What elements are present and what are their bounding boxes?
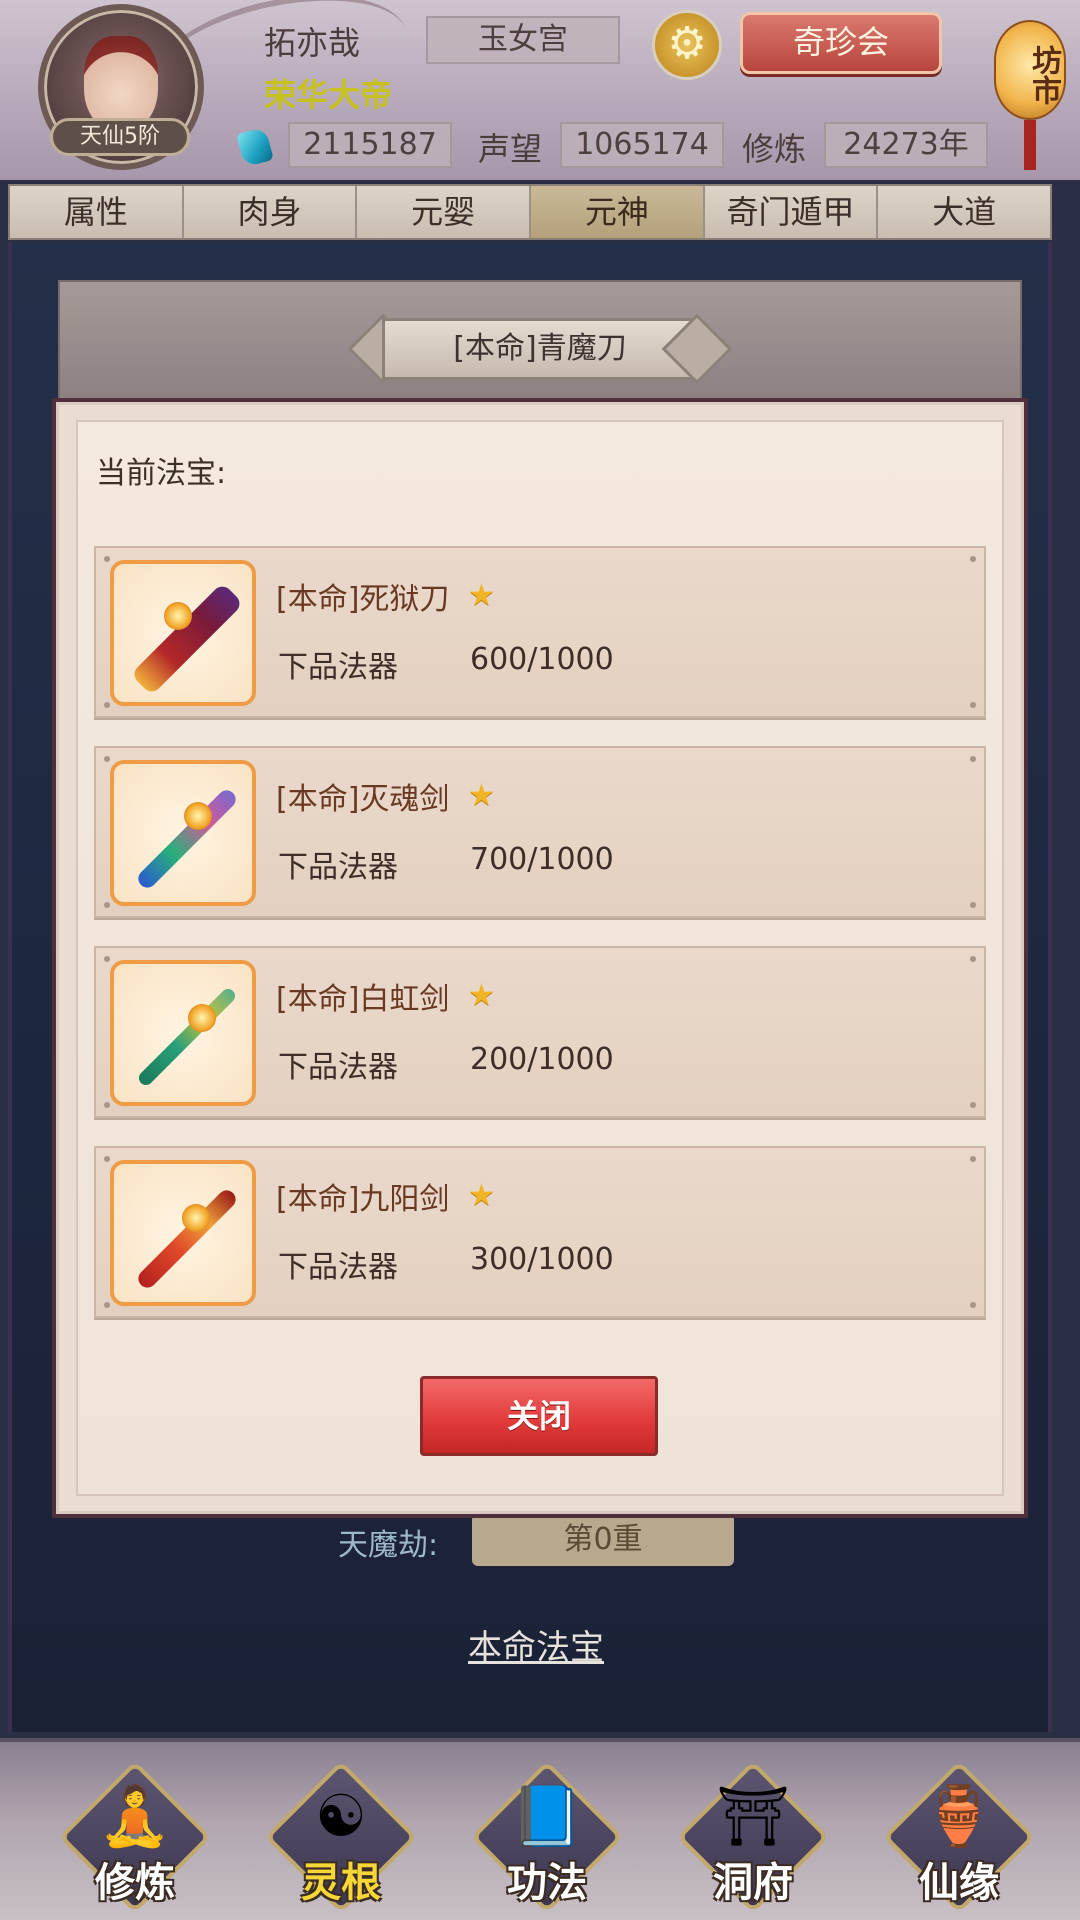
corner-dot [104, 756, 110, 762]
pagoda-icon: ⛩ [716, 1782, 790, 1850]
tab-great-dao[interactable]: 大道 [878, 186, 1051, 238]
tab-nascent-soul[interactable]: 元婴 [357, 186, 532, 238]
treasure-item-row[interactable]: [本命]死狱刀 ★ 下品法器 600/1000 [94, 546, 986, 718]
prestige-label: 声望 [478, 130, 543, 168]
blade-shape [130, 582, 244, 696]
gourd-icon: 🏺 [922, 1782, 996, 1850]
sword-gem [188, 1004, 216, 1032]
item-grade: 下品法器 [278, 1050, 398, 1085]
treasure-item-row[interactable]: [本命]灭魂剑 ★ 下品法器 700/1000 [94, 746, 986, 918]
nav-label: 功法 [507, 1859, 587, 1906]
tribulation-value: 第0重 [472, 1514, 734, 1566]
lantern-tassel [1024, 120, 1036, 170]
nav-techniques[interactable]: 📘 功法 [470, 1760, 624, 1914]
bottom-nav: 🧘 修炼 ☯ 灵根 📘 功法 ⛩ 洞府 🏺 仙缘 [0, 1738, 1080, 1920]
item-grade: 下品法器 [278, 650, 398, 685]
sword-icon[interactable] [110, 960, 256, 1106]
corner-dot [970, 956, 976, 962]
item-name: [本命]九阳剑 [276, 1182, 450, 1217]
dialog-title: [本命]青魔刀 [453, 331, 627, 366]
sword-shape [136, 986, 238, 1088]
item-progress: 300/1000 [470, 1242, 614, 1277]
item-progress: 200/1000 [470, 1042, 614, 1077]
treasure-item-row[interactable]: [本命]九阳剑 ★ 下品法器 300/1000 [94, 1146, 986, 1318]
nav-spirit-root[interactable]: ☯ 灵根 [264, 1760, 418, 1914]
sword-shape [134, 1186, 240, 1292]
corner-dot [104, 1302, 110, 1308]
tab-attributes[interactable]: 属性 [10, 186, 184, 238]
tab-qimen-dunjia[interactable]: 奇门遁甲 [704, 186, 879, 238]
top-header: 天仙5阶 拓亦哉 荣华大帝 玉女宫 ⚙ 奇珍会 坊市 2115187 声望 10… [0, 0, 1080, 180]
corner-dot [104, 556, 110, 562]
player-name: 拓亦哉 [264, 24, 361, 62]
market-lantern-label: 坊市 [994, 20, 1066, 120]
nav-label: 修炼 [95, 1859, 175, 1906]
nav-immortal-fate[interactable]: 🏺 仙缘 [882, 1760, 1036, 1914]
treasure-item-row[interactable]: [本命]白虹剑 ★ 下品法器 200/1000 [94, 946, 986, 1118]
blade-icon[interactable] [110, 560, 256, 706]
nav-cave-dwelling[interactable]: ⛩ 洞府 [676, 1760, 830, 1914]
star-icon: ★ [468, 1178, 495, 1213]
natal-treasure-link[interactable]: 本命法宝 [468, 1620, 604, 1669]
item-grade: 下品法器 [278, 1250, 398, 1285]
sword-icon[interactable] [110, 1160, 256, 1306]
book-icon: 📘 [510, 1782, 584, 1850]
sword-gem [182, 1204, 210, 1232]
corner-dot [970, 1302, 976, 1308]
star-icon: ★ [468, 978, 495, 1013]
corner-dot [970, 1102, 976, 1108]
nav-label: 仙缘 [919, 1859, 999, 1906]
corner-dot [970, 556, 976, 562]
blade-gem [164, 602, 192, 630]
item-progress: 700/1000 [470, 842, 614, 877]
spirit-stone-count: 2115187 [288, 122, 452, 168]
star-icon: ★ [468, 778, 495, 813]
sect-name: 玉女宫 [426, 16, 620, 64]
cultivation-label: 修炼 [742, 130, 807, 168]
treasure-auction-button[interactable]: 奇珍会 [740, 12, 942, 74]
tab-primordial-spirit[interactable]: 元神 [531, 186, 705, 238]
corner-dot [970, 1156, 976, 1162]
sword-shape [134, 786, 240, 892]
yin-yang-sword-icon: ☯ [315, 1782, 367, 1850]
sword-gem [184, 802, 212, 830]
item-grade: 下品法器 [278, 850, 398, 885]
sword-icon[interactable] [110, 760, 256, 906]
monk-icon: 🧘 [98, 1782, 172, 1850]
market-lantern-button[interactable]: 坊市 [990, 0, 1070, 170]
item-name: [本命]白虹剑 [276, 982, 450, 1017]
corner-dot [970, 902, 976, 908]
nav-label: 洞府 [713, 1859, 793, 1906]
tab-body[interactable]: 肉身 [183, 186, 358, 238]
corner-dot [104, 1156, 110, 1162]
spirit-stone-icon [236, 126, 274, 168]
corner-dot [104, 702, 110, 708]
item-name: [本命]灭魂剑 [276, 782, 450, 817]
prestige-value: 1065174 [560, 122, 724, 168]
corner-dot [104, 956, 110, 962]
current-treasure-label: 当前法宝: [96, 456, 227, 491]
close-button[interactable]: 关闭 [420, 1376, 658, 1456]
corner-dot [104, 1102, 110, 1108]
item-progress: 600/1000 [470, 642, 614, 677]
realm-badge: 天仙5阶 [50, 118, 190, 156]
corner-dot [104, 902, 110, 908]
player-title: 荣华大帝 [264, 76, 393, 114]
settings-gear-icon[interactable]: ⚙ [652, 10, 722, 80]
item-name: [本命]死狱刀 [276, 582, 450, 617]
star-icon: ★ [468, 578, 495, 613]
corner-dot [970, 702, 976, 708]
cultivation-value: 24273年 [824, 122, 988, 168]
tab-bar: 属性 肉身 元婴 元神 奇门遁甲 大道 [8, 184, 1052, 240]
nav-label: 灵根 [301, 1859, 381, 1906]
nav-cultivate[interactable]: 🧘 修炼 [58, 1760, 212, 1914]
tribulation-label: 天魔劫: [338, 1528, 439, 1563]
corner-dot [970, 756, 976, 762]
